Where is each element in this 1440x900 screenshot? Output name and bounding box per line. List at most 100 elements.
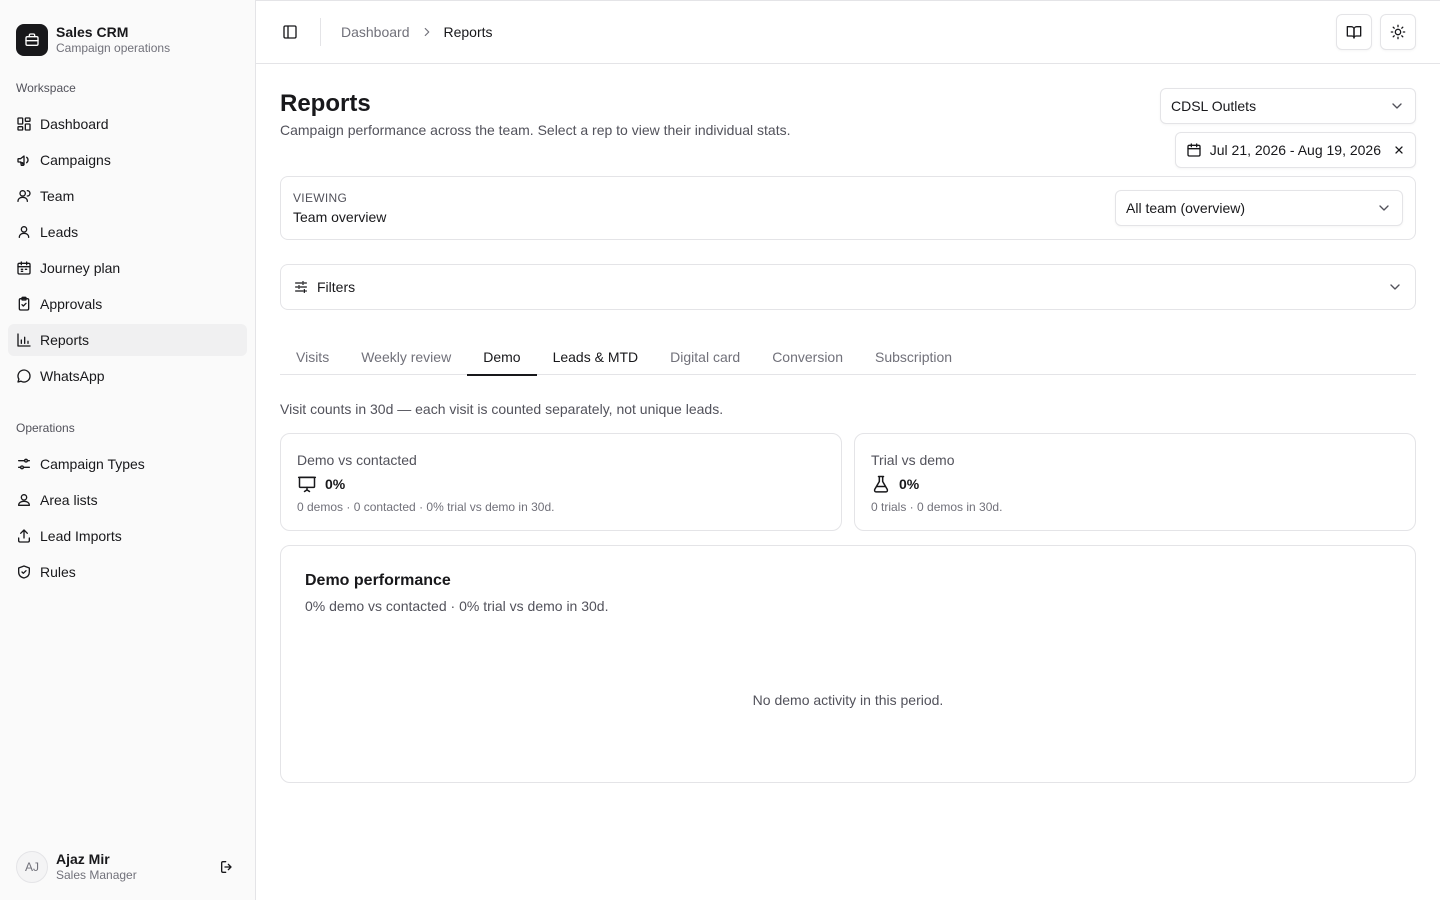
sidebar-item-reports[interactable]: Reports [8,324,247,356]
breadcrumb-current: Reports [443,24,493,40]
book-open-icon [1346,26,1362,39]
stat-title: Trial vs demo [871,452,955,468]
sidebar-item-whatsapp[interactable]: WhatsApp [8,360,247,392]
presentation-icon [297,474,317,494]
sidebar-item-campaigns[interactable]: Campaigns [8,144,247,176]
chevron-right-icon [420,25,434,39]
stat-title: Demo vs contacted [297,452,417,468]
upload-icon [16,528,32,544]
main: Dashboard Reports Reports Campaign perfo… [256,0,1440,900]
operations-label: Operations [16,421,75,435]
card-title: Demo performance [305,572,451,589]
sidebar-item-rules[interactable]: Rules [8,556,247,588]
user-role: Sales Manager [56,868,137,883]
avatar[interactable]: AJ [16,851,48,883]
visit-count-note: Visit counts in 30d — each visit is coun… [280,401,724,417]
viewing-panel: VIEWING Team overview All team (overview… [280,176,1416,240]
breadcrumb-dashboard[interactable]: Dashboard [341,24,410,40]
filters-toggle[interactable]: Filters [280,264,1416,310]
clipboard-check-icon [16,296,32,312]
tab-leads-mtd[interactable]: Leads & MTD [537,338,655,375]
calendar-icon [16,260,32,276]
sidebar-item-team[interactable]: Team [8,180,247,212]
sidebar-item-lead-imports[interactable]: Lead Imports [8,520,247,552]
sidebar-item-label: Leads [40,224,79,240]
sidebar-toggle-icon[interactable] [276,18,304,46]
tab-subscription[interactable]: Subscription [859,338,968,375]
team-select[interactable]: All team (overview) [1115,190,1403,226]
sliders-icon [293,279,309,295]
card-subtitle: 0% demo vs contacted · 0% trial vs demo … [305,598,609,614]
sidebar-item-label: Campaigns [40,152,111,168]
stat-card-trial-vs-demo: Trial vs demo 0% 0 trials · 0 demos in 3… [854,433,1416,531]
sidebar-item-label: WhatsApp [40,368,105,384]
team-select-value: All team (overview) [1126,200,1246,216]
sidebar-item-label: Rules [40,564,76,580]
user-icon [16,224,32,240]
outlet-select[interactable]: CDSL Outlets [1160,88,1416,124]
sidebar-item-leads[interactable]: Leads [8,216,247,248]
chevron-down-icon [1376,200,1392,216]
report-tabs: Visits Weekly review Demo Leads & MTD Di… [280,338,1416,376]
divider [320,18,321,46]
sidebar-item-label: Team [40,188,75,204]
sidebar-item-label: Campaign Types [40,456,145,472]
tab-weekly-review[interactable]: Weekly review [345,338,467,375]
message-circle-icon [16,368,32,384]
logout-icon[interactable] [215,855,239,879]
sidebar-item-label: Dashboard [40,116,109,132]
sidebar-item-campaign-types[interactable]: Campaign Types [8,448,247,480]
sidebar-item-label: Lead Imports [40,528,122,544]
workspace-group: Workspace Dashboard Campaigns Team Leads… [8,72,247,392]
date-range-value: Jul 21, 2026 - Aug 19, 2026 [1209,142,1381,158]
brand[interactable]: Sales CRM Campaign operations [8,0,247,64]
sidebar-item-label: Approvals [40,296,103,312]
sidebar-item-label: Area lists [40,492,98,508]
breadcrumb: Dashboard Reports [341,24,493,40]
page-description: Campaign performance across the team. Se… [280,122,791,138]
brand-name: Sales CRM [56,24,129,41]
close-icon[interactable] [1393,144,1405,156]
stat-value: 0% [899,476,920,492]
sidebar-item-label: Journey plan [40,260,121,276]
date-range-picker[interactable]: Jul 21, 2026 - Aug 19, 2026 [1174,132,1416,168]
demo-performance-card: Demo performance 0% demo vs contacted · … [280,545,1416,783]
viewing-value: Team overview [293,209,387,225]
content: Reports Campaign performance across the … [256,64,1440,783]
user-group-icon [16,492,32,508]
sidebar-item-area-lists[interactable]: Area lists [8,484,247,516]
sidebar: Sales CRM Campaign operations Workspace … [0,0,256,900]
viewing-label: VIEWING [293,191,348,205]
tab-digital-card[interactable]: Digital card [654,338,756,375]
book-open-button[interactable] [1336,14,1372,50]
bar-chart-icon [16,332,32,348]
sidebar-item-approvals[interactable]: Approvals [8,288,247,320]
users-icon [16,188,32,204]
sun-icon [1390,24,1406,40]
shield-check-icon [16,564,32,580]
filters-label: Filters [317,279,356,295]
tab-conversion[interactable]: Conversion [756,338,859,375]
workspace-label: Workspace [16,81,76,95]
stat-subtext: 0 demos · 0 contacted · 0% trial vs demo… [297,500,555,514]
calendar-icon [1186,142,1202,158]
sidebar-item-journey-plan[interactable]: Journey plan [8,252,247,284]
stat-value: 0% [325,476,346,492]
theme-toggle-button[interactable] [1380,14,1416,50]
user-profile: AJ Ajaz Mir Sales Manager [16,850,239,884]
outlet-select-value: CDSL Outlets [1171,98,1257,114]
stat-subtext: 0 trials · 0 demos in 30d. [871,500,1003,514]
tab-demo[interactable]: Demo [467,338,537,376]
sidebar-item-label: Reports [40,332,90,348]
sidebar-item-dashboard[interactable]: Dashboard [8,108,247,140]
megaphone-icon [16,152,32,168]
stat-card-demo-vs-contacted: Demo vs contacted 0% 0 demos · 0 contact… [280,433,842,531]
brand-subtitle: Campaign operations [56,41,171,56]
page-title: Reports [280,90,371,117]
tab-visits[interactable]: Visits [280,338,345,375]
chevron-down-icon [1387,279,1403,295]
dashboard-icon [16,116,32,132]
topbar: Dashboard Reports [256,0,1440,64]
operations-group: Operations Campaign Types Area lists Lea… [8,412,247,588]
empty-state-message: No demo activity in this period. [752,692,944,708]
